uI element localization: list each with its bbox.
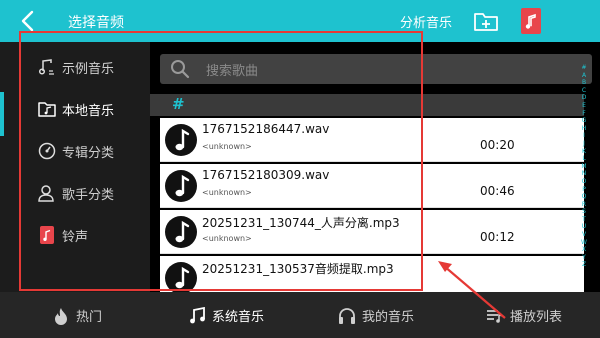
annotation-highlight-box [19, 31, 423, 291]
alphabet-letter[interactable]: K [579, 148, 589, 156]
alphabet-letter[interactable]: C [579, 87, 589, 95]
playlist-icon [486, 307, 504, 325]
page-title: 选择音频 [68, 15, 124, 31]
alphabet-index[interactable]: # A B C D E F G H I J K L M N O P Q R S T U V W X Y Z [579, 64, 589, 269]
alphabet-letter[interactable]: E [579, 102, 589, 110]
song-duration: 00:12 [480, 230, 515, 244]
alphabet-letter[interactable]: P [579, 186, 589, 194]
alphabet-letter[interactable]: Q [579, 193, 589, 201]
tab-my-music[interactable]: 我的音乐 [338, 306, 414, 325]
alphabet-letter[interactable]: M [579, 163, 589, 171]
alphabet-letter[interactable]: O [579, 178, 589, 186]
headphones-icon [338, 307, 356, 325]
back-arrow-icon[interactable] [18, 9, 38, 33]
play-icon[interactable] [537, 225, 553, 243]
tab-label: 我的音乐 [362, 310, 415, 325]
play-icon[interactable] [537, 178, 553, 196]
alphabet-letter[interactable]: V [579, 231, 589, 239]
folder-add-icon[interactable] [473, 9, 499, 33]
bottom-nav: 热门 系统音乐 我的音乐 播放列表 [0, 292, 600, 338]
tab-playlist[interactable]: 播放列表 [486, 306, 562, 325]
analyze-music-button[interactable]: 分析音乐 [400, 12, 452, 31]
alphabet-letter[interactable]: U [579, 223, 589, 231]
alphabet-letter[interactable]: Z [579, 261, 589, 269]
alphabet-letter[interactable]: L [579, 155, 589, 163]
flame-icon [52, 307, 70, 325]
music-note-icon [188, 306, 206, 325]
alphabet-letter[interactable]: T [579, 216, 589, 224]
song-duration: 00:46 [480, 184, 515, 198]
alphabet-letter[interactable]: B [579, 79, 589, 87]
play-icon[interactable] [537, 130, 553, 148]
alphabet-letter[interactable]: I [579, 132, 589, 140]
alphabet-letter[interactable]: Y [579, 254, 589, 262]
tab-label: 热门 [76, 310, 103, 325]
play-icon[interactable] [537, 271, 553, 289]
alphabet-letter[interactable]: A [579, 72, 589, 80]
tab-system-music[interactable]: 系统音乐 [188, 306, 264, 325]
alphabet-letter[interactable]: X [579, 246, 589, 254]
alphabet-letter[interactable]: R [579, 201, 589, 209]
song-duration: 00:20 [480, 138, 515, 152]
alphabet-letter[interactable]: F [579, 110, 589, 118]
alphabet-letter[interactable]: D [579, 94, 589, 102]
alphabet-letter[interactable]: W [579, 239, 589, 247]
tab-label: 播放列表 [510, 310, 563, 325]
tab-hot[interactable]: 热门 [52, 306, 102, 325]
alphabet-letter[interactable]: S [579, 208, 589, 216]
alphabet-letter[interactable]: N [579, 170, 589, 178]
music-file-icon[interactable] [520, 7, 542, 35]
alphabet-letter[interactable]: G [579, 117, 589, 125]
alphabet-letter[interactable]: J [579, 140, 589, 148]
alphabet-letter[interactable]: H [579, 125, 589, 133]
tab-label: 系统音乐 [212, 310, 265, 325]
alphabet-letter[interactable]: # [579, 64, 589, 72]
